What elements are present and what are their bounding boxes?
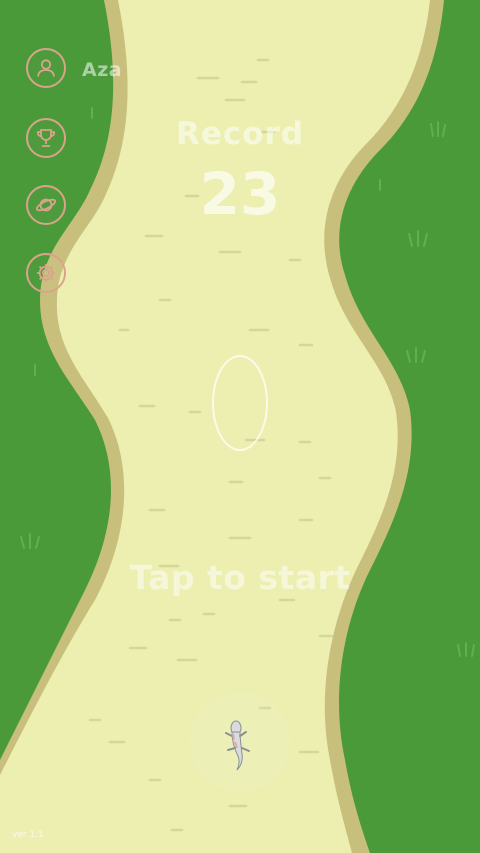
settings-button[interactable] bbox=[26, 253, 66, 293]
record-value: 23 bbox=[199, 160, 281, 228]
user-icon bbox=[37, 59, 55, 77]
tap-to-start-prompt[interactable]: Tap to start bbox=[0, 558, 480, 597]
game-canvas[interactable]: Aza Record 23 Tap to start ver 1.1 bbox=[0, 0, 480, 853]
version-label: ver 1.1 bbox=[12, 830, 44, 840]
gear-icon bbox=[37, 264, 55, 282]
tap-target-ring bbox=[212, 355, 268, 451]
salamander-player bbox=[190, 692, 290, 792]
player-username: Aza bbox=[82, 59, 123, 81]
record-label: Record bbox=[175, 116, 305, 152]
profile-button[interactable] bbox=[26, 48, 66, 88]
